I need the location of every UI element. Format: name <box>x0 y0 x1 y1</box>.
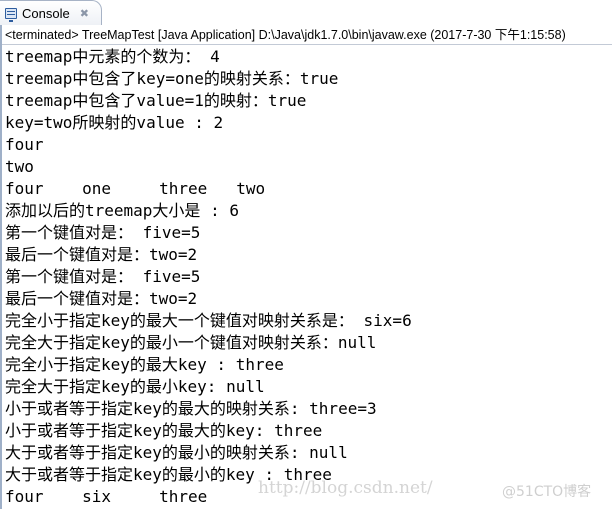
console-output-line: 第一个键值对是： five=5 <box>5 223 201 242</box>
tab-console-label: Console <box>22 5 70 21</box>
console-output-line: 小于或者等于指定key的最大的映射关系: three=3 <box>5 399 377 418</box>
watermark-brand: @51CTO博客 <box>502 484 592 500</box>
view-tab-bar: Console ✖ <box>0 0 612 26</box>
console-output-line: 小于或者等于指定key的最大的key: three <box>5 421 323 440</box>
console-output-line: 完全大于指定key的最小一个键值对映射关系：null <box>5 333 377 352</box>
console-output-line: 大于或者等于指定key的最小的映射关系: null <box>5 443 348 462</box>
process-status-line: <terminated> TreeMapTest [Java Applicati… <box>2 25 612 45</box>
console-output-line: treemap中包含了value=1的映射：true <box>5 91 307 110</box>
console-output-line: 完全小于指定key的最大一个键值对映射关系是： six=6 <box>5 311 412 330</box>
console-icon <box>5 7 17 22</box>
console-output-line: four <box>5 135 44 154</box>
console-output-line: key=two所映射的value : 2 <box>5 113 224 132</box>
watermark-url: http://blog.csdn.net/ <box>258 478 433 498</box>
console-output-line: 添加以后的treemap大小是 : 6 <box>5 201 239 220</box>
console-output[interactable]: treemap中元素的个数为： 4 treemap中包含了key=one的映射关系… <box>5 46 605 508</box>
console-output-line: four one three two <box>5 179 266 198</box>
close-icon[interactable]: ✖ <box>80 7 89 20</box>
tab-console[interactable]: Console ✖ <box>0 0 102 25</box>
console-output-line: two <box>5 157 34 176</box>
console-output-line: 完全小于指定key的最大key : three <box>5 355 284 374</box>
console-output-line: treemap中包含了key=one的映射关系：true <box>5 69 339 88</box>
console-output-line: 第一个键值对是： five=5 <box>5 267 201 286</box>
console-output-line: 最后一个键值对是：two=2 <box>5 289 198 308</box>
console-output-line: 完全大于指定key的最小key: null <box>5 377 265 396</box>
console-output-line: treemap中元素的个数为： 4 <box>5 47 220 66</box>
console-output-line: 最后一个键值对是：two=2 <box>5 245 198 264</box>
